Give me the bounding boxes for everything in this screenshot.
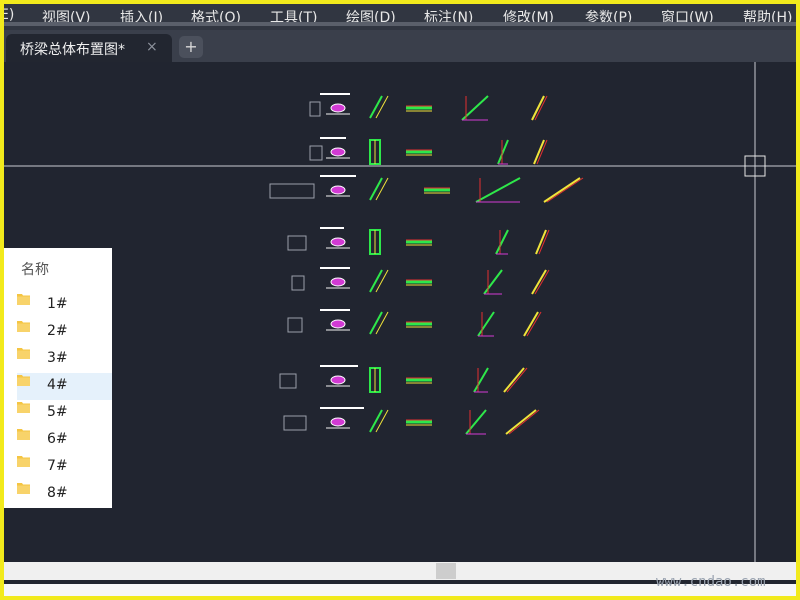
- folder-icon: [17, 402, 30, 413]
- sheet-table: [309, 101, 321, 117]
- rebar-detail: [531, 269, 547, 295]
- pier-elevation: [375, 311, 389, 335]
- folder-label: 1#: [47, 296, 68, 312]
- section-view: [330, 277, 346, 287]
- folder-item-3[interactable]: 3#: [17, 346, 112, 373]
- bridge-drawing-sheets: [269, 93, 584, 435]
- section-view: [330, 147, 346, 157]
- section-view: [330, 237, 346, 247]
- folder-icon: [17, 483, 30, 494]
- sheet-table: [309, 145, 323, 161]
- section-view: [330, 185, 346, 195]
- folder-label: 8#: [47, 485, 68, 501]
- menu-edit[interactable]: E): [4, 7, 14, 23]
- section-view: [330, 375, 346, 385]
- pier-elevation: [375, 269, 389, 293]
- scrollbar-divider: [4, 22, 796, 26]
- folder-item-4[interactable]: 4#: [17, 373, 112, 400]
- folder-icon: [17, 321, 30, 332]
- rebar-detail: [534, 269, 550, 295]
- new-tab-button[interactable]: +: [179, 36, 203, 58]
- pier-elevation: [369, 269, 383, 293]
- folder-label: 6#: [47, 431, 68, 447]
- pier-elevation: [369, 177, 383, 201]
- sheet-table: [287, 235, 307, 251]
- application-window: E) 视图(V) 插入(I) 格式(O) 工具(T) 绘图(D) 标注(N) 修…: [4, 4, 796, 596]
- rebar-detail: [534, 95, 548, 121]
- sheet-table: [283, 415, 307, 431]
- folder-icon: [17, 375, 30, 386]
- drawing-canvas[interactable]: 名称 1# 2# 3# 4# 5# 6# 7# 8#: [4, 62, 796, 562]
- pier-elevation: [369, 95, 383, 119]
- rebar-detail: [503, 367, 525, 393]
- girder-detail: [483, 269, 503, 295]
- rebar-detail: [508, 409, 540, 435]
- pier-elevation: [375, 409, 389, 433]
- document-tab-strip: 桥梁总体布置图* × +: [4, 30, 796, 62]
- girder-detail: [495, 229, 509, 255]
- pier-elevation: [369, 409, 383, 433]
- pier-elevation: [375, 177, 389, 201]
- rebar-detail: [505, 409, 537, 435]
- sheet-table: [291, 275, 305, 291]
- folder-icon: [17, 456, 30, 467]
- column-header-name[interactable]: 名称: [21, 259, 49, 279]
- pier-elevation: [369, 311, 383, 335]
- section-view: [330, 103, 346, 113]
- folder-label: 7#: [47, 458, 68, 474]
- rebar-detail: [506, 367, 528, 393]
- drawing-area[interactable]: [4, 62, 796, 562]
- menu-bar: E) 视图(V) 插入(I) 格式(O) 工具(T) 绘图(D) 标注(N) 修…: [4, 4, 796, 30]
- folder-item-6[interactable]: 6#: [17, 427, 112, 454]
- sheet-table: [279, 373, 297, 389]
- girder-detail: [497, 139, 509, 165]
- girder-detail: [477, 311, 495, 337]
- folder-item-1[interactable]: 1#: [17, 292, 112, 319]
- girder-detail: [473, 367, 489, 393]
- girder-detail: [465, 409, 487, 435]
- rebar-detail: [543, 177, 581, 203]
- close-icon[interactable]: ×: [146, 39, 158, 55]
- document-tab[interactable]: 桥梁总体布置图* ×: [6, 34, 172, 62]
- sheet-table: [269, 183, 315, 199]
- folder-label: 2#: [47, 323, 68, 339]
- section-view: [330, 319, 346, 329]
- girder-detail: [475, 177, 521, 203]
- file-list-panel: 名称 1# 2# 3# 4# 5# 6# 7# 8#: [4, 248, 112, 508]
- document-tab-title: 桥梁总体布置图*: [20, 42, 125, 58]
- rebar-detail: [546, 177, 584, 203]
- sheet-table: [287, 317, 303, 333]
- folder-item-8[interactable]: 8#: [17, 481, 112, 508]
- pier-elevation: [375, 95, 389, 119]
- folder-icon: [17, 348, 30, 359]
- folder-item-5[interactable]: 5#: [17, 400, 112, 427]
- section-view: [330, 417, 346, 427]
- folder-label: 3#: [47, 350, 68, 366]
- rebar-detail: [523, 311, 539, 337]
- folder-item-2[interactable]: 2#: [17, 319, 112, 346]
- folder-label: 4#: [47, 377, 68, 393]
- folder-item-7[interactable]: 7#: [17, 454, 112, 481]
- rebar-detail: [526, 311, 542, 337]
- folder-icon: [17, 429, 30, 440]
- folder-label: 5#: [47, 404, 68, 420]
- rebar-detail: [531, 95, 545, 121]
- folder-icon: [17, 294, 30, 305]
- scrollbar-thumb[interactable]: [436, 563, 456, 579]
- watermark-text: www.cndao.com: [656, 574, 766, 590]
